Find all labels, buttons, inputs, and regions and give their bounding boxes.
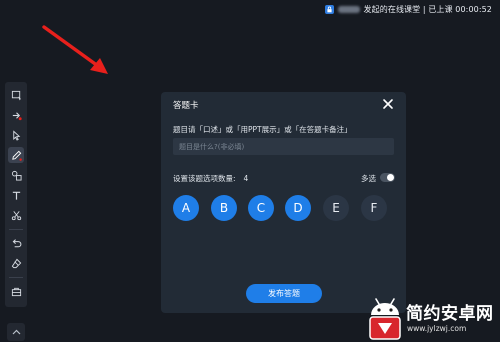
class-status-bar: 发起的在线课堂 | 已上课 00:00:52: [324, 0, 500, 16]
option-e-button[interactable]: E: [323, 195, 349, 221]
option-c-button[interactable]: C: [248, 195, 274, 221]
toolbar-divider: [9, 229, 23, 230]
blurred-teacher-name: [337, 5, 360, 13]
undo-icon[interactable]: [8, 235, 24, 251]
android-logo-icon: [369, 298, 401, 340]
answer-card-dialog: 答题卡 题目请「口述」或「用PPT展示」或「在答题卡备注」 设置该题选项数量: 4…: [161, 92, 406, 313]
left-toolbar: [5, 82, 27, 307]
toolbox-icon[interactable]: [8, 283, 24, 299]
laser-pointer-icon[interactable]: [8, 107, 24, 123]
multi-select-toggle[interactable]: [380, 173, 395, 182]
multi-select-label: 多选: [361, 174, 376, 183]
text-icon[interactable]: [8, 187, 24, 203]
lock-icon: [324, 4, 334, 14]
option-f-button[interactable]: F: [361, 195, 387, 221]
dialog-title: 答题卡: [173, 101, 199, 111]
chevron-up-icon: [12, 329, 20, 335]
watermark-url: www.jylzwj.com: [407, 324, 467, 333]
option-d-button[interactable]: D: [285, 195, 311, 221]
site-watermark: 简约安卓网 www.jylzwj.com: [362, 294, 500, 342]
answer-options: A B C D E F: [173, 195, 393, 223]
toggle-knob: [387, 174, 394, 181]
collapse-toolbar-button[interactable]: [7, 323, 25, 341]
question-input[interactable]: [173, 138, 394, 155]
watermark-title: 简约安卓网: [406, 304, 494, 324]
publish-answer-button[interactable]: 发布答题: [246, 284, 322, 303]
option-a-button[interactable]: A: [173, 195, 199, 221]
option-count-label: 设置该题选项数量:: [173, 174, 236, 183]
option-count-value[interactable]: 4: [244, 174, 249, 183]
cursor-icon[interactable]: [8, 127, 24, 143]
close-icon[interactable]: [382, 98, 394, 110]
shapes-icon[interactable]: [8, 167, 24, 183]
option-count-row: 设置该题选项数量: 4: [173, 173, 248, 184]
question-hint: 题目请「口述」或「用PPT展示」或「在答题卡备注」: [173, 125, 352, 134]
class-status-text: 发起的在线课堂 | 已上课 00:00:52: [363, 4, 492, 14]
option-b-button[interactable]: B: [211, 195, 237, 221]
pen-icon[interactable]: [8, 147, 24, 163]
red-arrow-annotation: [42, 25, 108, 74]
scissors-icon[interactable]: [8, 207, 24, 223]
select-screen-icon[interactable]: [8, 87, 24, 103]
eraser-icon[interactable]: [8, 255, 24, 271]
toolbar-divider: [9, 277, 23, 278]
